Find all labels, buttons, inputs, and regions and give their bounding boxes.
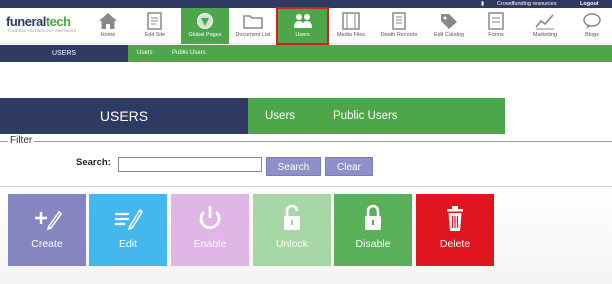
disable-button[interactable]: Disable (334, 194, 412, 266)
delete-button[interactable]: Delete (416, 194, 494, 266)
nav-global-pages[interactable]: Global Pages (181, 8, 229, 44)
main-header: funeraltech FUNERAL TECHNOLOGY PARTNERS … (0, 7, 612, 45)
globe-icon (197, 13, 213, 29)
crowdfunding-link[interactable]: Crowdfunding resources (497, 0, 557, 8)
search-input[interactable] (118, 157, 262, 172)
nav-label: Document List (235, 32, 271, 38)
nav-label: Media Files (336, 32, 366, 38)
enable-label: Enable (193, 238, 227, 250)
records-icon (392, 12, 406, 30)
edit-button[interactable]: Edit (89, 194, 167, 266)
disable-label: Disable (355, 238, 391, 250)
power-icon (199, 206, 221, 230)
logout-link[interactable]: Logout (580, 0, 599, 8)
nav-label: Forms (488, 32, 504, 38)
filter-legend: Filter (8, 135, 35, 146)
tab-public-users[interactable]: Public Users (333, 98, 398, 134)
nav-home[interactable]: Home (86, 8, 130, 44)
home-icon (99, 13, 117, 29)
utility-bar: ▮ Crowdfunding resources Logout (0, 0, 612, 8)
create-label: Create (31, 238, 63, 250)
chart-icon (535, 14, 554, 30)
chat-icon (583, 13, 601, 29)
logo-text: funeral (6, 14, 46, 29)
nav-users[interactable]: Users (276, 7, 329, 45)
lock-icon (365, 204, 381, 230)
unlock-icon (284, 204, 300, 230)
logo-accent: tech (45, 14, 71, 29)
create-button[interactable]: Create (8, 194, 86, 266)
nav-label: Global Pages (188, 32, 222, 38)
folder-icon (243, 15, 263, 29)
page-tabs: Users Public Users (248, 98, 505, 134)
sub-navigation: USERS Users Public Users (0, 45, 612, 62)
trash-icon (447, 206, 463, 231)
search-label: Search: (76, 157, 111, 168)
logo-tagline: FUNERAL TECHNOLOGY PARTNERS (8, 29, 77, 33)
nav-label: Edit Catalog (434, 32, 464, 38)
logo[interactable]: funeraltech FUNERAL TECHNOLOGY PARTNERS (6, 14, 86, 36)
enable-button[interactable]: Enable (171, 194, 249, 266)
nav-label: Users (295, 32, 310, 38)
nav-blogs[interactable]: Blogs (572, 8, 612, 44)
edit-label: Edit (118, 238, 138, 250)
nav-media-files[interactable]: Media Files (330, 8, 372, 44)
nav-death-records[interactable]: Death Records (374, 8, 424, 44)
clear-button[interactable]: Clear (325, 157, 373, 176)
filter-fieldset: Filter Search: Search Clear (0, 135, 612, 187)
nav-document-list[interactable]: Document List (230, 8, 276, 44)
edit-icon (115, 208, 143, 231)
lock-small-icon: ▮ (481, 1, 485, 7)
unlock-label: Unlock (275, 238, 309, 250)
search-button[interactable]: Search (266, 157, 321, 176)
page-title: USERS (0, 98, 248, 134)
subnav-section-title: USERS (0, 45, 128, 62)
nav-label: Edit Site (144, 32, 166, 38)
nav-edit-site[interactable]: Edit Site (132, 8, 178, 44)
film-icon (342, 12, 360, 30)
delete-label: Delete (439, 238, 471, 250)
page-heading: USERS Users Public Users (0, 98, 505, 134)
forms-icon (488, 12, 504, 30)
edit-site-icon (147, 12, 162, 30)
create-icon (35, 210, 62, 231)
nav-label: Death Records (380, 32, 418, 38)
tab-users[interactable]: Users (265, 98, 295, 134)
unlock-button[interactable]: Unlock (253, 194, 331, 266)
nav-label: Blogs (585, 32, 599, 38)
nav-marketing[interactable]: Marketing (521, 8, 569, 44)
nav-label: Home (100, 32, 116, 38)
nav-edit-catalog[interactable]: Edit Catalog (426, 8, 472, 44)
subnav-link-users[interactable]: Users (137, 45, 153, 62)
subnav-link-public-users[interactable]: Public Users (172, 45, 206, 62)
tag-icon (441, 14, 457, 29)
nav-forms[interactable]: Forms (474, 8, 518, 44)
users-icon (293, 14, 312, 28)
nav-label: Marketing (532, 32, 558, 38)
